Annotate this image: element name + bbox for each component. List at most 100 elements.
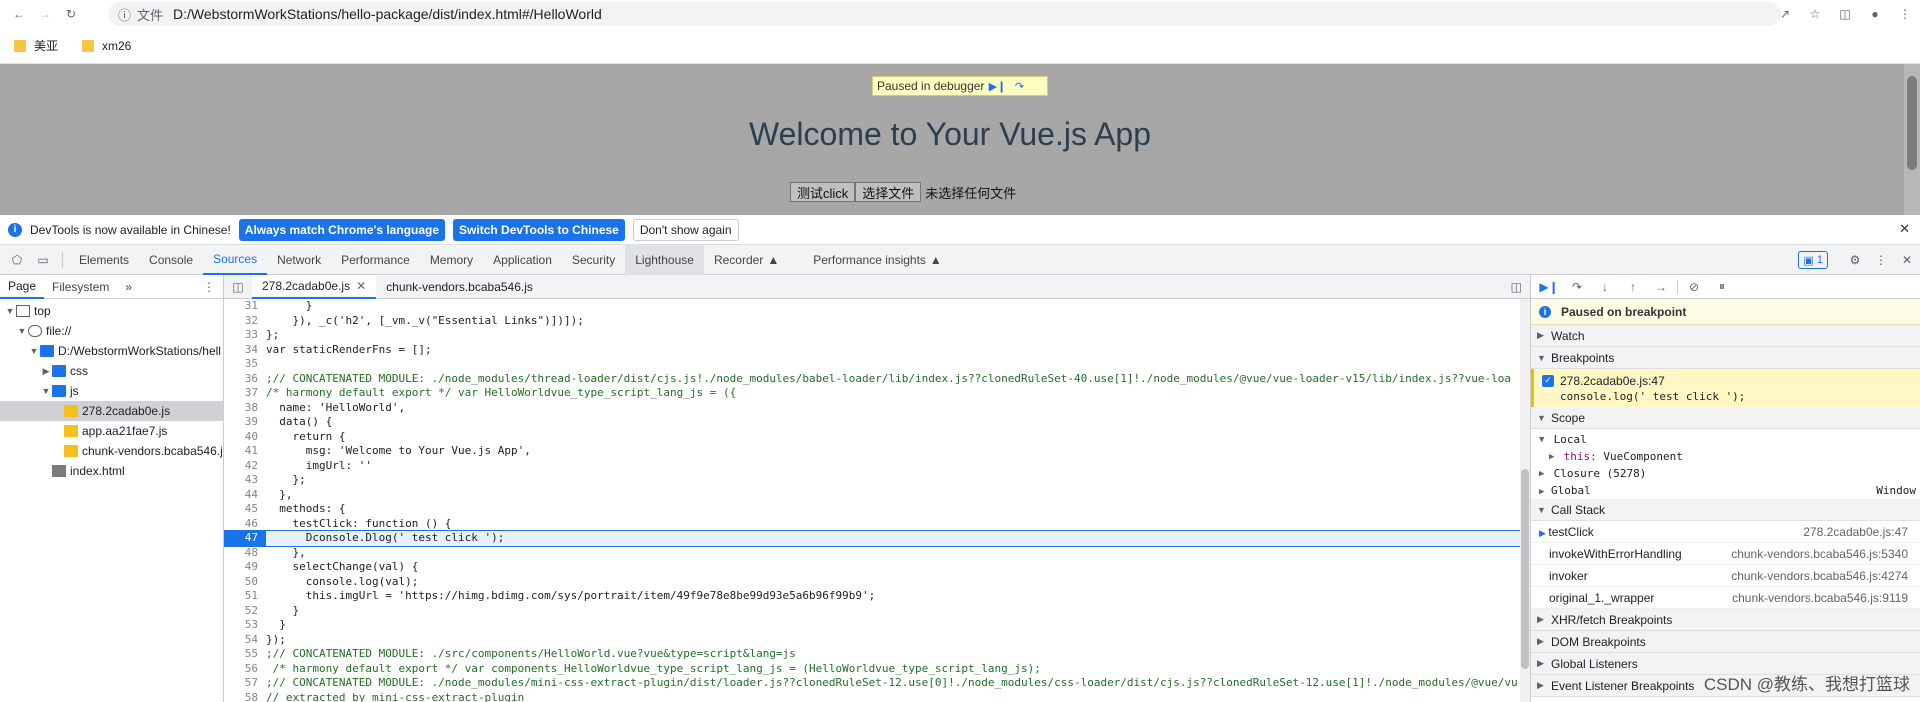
tab-console[interactable]: Console	[139, 245, 203, 275]
line-number[interactable]: 42	[224, 459, 266, 474]
callstack-frame[interactable]: invokeWithErrorHandling chunk-vendors.bca…	[1531, 543, 1920, 565]
code-line[interactable]: 41 msg: 'Welcome to Your Vue.js App',	[224, 444, 1520, 459]
tab-security[interactable]: Security	[562, 245, 625, 275]
editor-tab[interactable]: chunk-vendors.bcaba546.js	[376, 275, 543, 299]
watch-section[interactable]: ▶ Watch	[1531, 325, 1920, 347]
code-line[interactable]: 36 ;// CONCATENATED MODULE: ./node_module…	[224, 372, 1520, 387]
tab-memory[interactable]: Memory	[420, 245, 483, 275]
pause-on-exceptions-icon[interactable]: ⏸	[1710, 276, 1734, 298]
tab-sources[interactable]: Sources	[203, 245, 268, 275]
tab-lighthouse[interactable]: Lighthouse	[625, 244, 704, 275]
code-line[interactable]: 35	[224, 357, 1520, 372]
line-number[interactable]: 48	[224, 546, 266, 561]
tab-page[interactable]: Page	[0, 275, 45, 299]
line-number[interactable]: 40	[224, 430, 266, 445]
code-line[interactable]: 31 }	[224, 299, 1520, 314]
xhr-breakpoints-section[interactable]: ▶ XHR/fetch Breakpoints	[1531, 609, 1920, 631]
code-lines[interactable]: 31 } 32 }), _c('h2', [_vm._v("Essential L…	[224, 299, 1520, 702]
code-line[interactable]: 34 var staticRenderFns = [];	[224, 343, 1520, 358]
star-icon[interactable]: ☆	[1800, 0, 1830, 28]
tab-performance[interactable]: Performance	[331, 245, 420, 275]
settings-icon[interactable]: ⚙	[1842, 245, 1868, 275]
switch-chinese-button[interactable]: Switch DevTools to Chinese	[453, 218, 625, 241]
line-number[interactable]: 31	[224, 299, 266, 314]
scope-local[interactable]: ▼ Local	[1531, 431, 1920, 448]
code-line[interactable]: 53 }	[224, 618, 1520, 633]
code-line[interactable]: 42 imgUrl: ''	[224, 459, 1520, 474]
bookmark-folder[interactable]: xm26	[82, 39, 131, 53]
close-icon[interactable]: ✕	[356, 279, 366, 293]
tab-network[interactable]: Network	[267, 245, 331, 275]
breakpoint-checkbox[interactable]: ✓	[1542, 374, 1554, 387]
tab-recorder[interactable]: Recorder ▲	[704, 245, 789, 275]
test-click-button[interactable]: 测试click	[790, 182, 856, 202]
choose-file-button[interactable]: 选择文件	[855, 182, 922, 202]
tree-item[interactable]: app.aa21fae7.js	[0, 421, 223, 441]
line-number[interactable]: 33	[224, 328, 266, 343]
dont-show-button[interactable]: Don't show again	[632, 218, 739, 241]
reload-icon[interactable]: ↻	[58, 1, 84, 27]
code-line[interactable]: 45 methods: {	[224, 502, 1520, 517]
tree-item[interactable]: 278.2cadab0e.js	[0, 401, 223, 421]
tree-item[interactable]: ▼ file://	[0, 321, 223, 341]
scope-this[interactable]: ▶ this: VueComponent	[1531, 448, 1920, 465]
inspect-icon[interactable]: ⬠	[4, 245, 30, 275]
frame-location[interactable]: chunk-vendors.bcaba546.js:4274	[1731, 569, 1908, 583]
line-number[interactable]: 49	[224, 560, 266, 575]
line-number[interactable]: 39	[224, 415, 266, 430]
step-over-icon[interactable]: ↷	[1010, 78, 1028, 94]
profile-icon[interactable]: ●	[1860, 0, 1890, 28]
line-number[interactable]: 58	[224, 691, 266, 702]
close-devtools-icon[interactable]: ✕	[1894, 245, 1920, 275]
tab-elements[interactable]: Elements	[69, 245, 139, 275]
toggle-navigator-icon[interactable]: ◫	[224, 280, 252, 294]
line-number[interactable]: 53	[224, 618, 266, 633]
code-line[interactable]: 32 }), _c('h2', [_vm._v("Essential Links…	[224, 314, 1520, 329]
close-icon[interactable]: ✕	[1899, 221, 1910, 237]
sidebar-icon[interactable]: ◫	[1830, 0, 1860, 28]
code-line[interactable]: 39 data() {	[224, 415, 1520, 430]
code-line[interactable]: 38 name: 'HelloWorld',	[224, 401, 1520, 416]
line-number[interactable]: 56	[224, 662, 266, 677]
deactivate-breakpoints-icon[interactable]: ⊘	[1682, 276, 1706, 298]
toggle-debugger-icon[interactable]: ◫	[1511, 280, 1522, 294]
resume-icon[interactable]: ▶❙	[988, 78, 1007, 94]
url-text[interactable]: D:/WebstormWorkStations/hello-package/di…	[173, 6, 602, 22]
frame-location[interactable]: chunk-vendors.bcaba546.js:9119	[1732, 591, 1908, 605]
code-line[interactable]: 33};	[224, 328, 1520, 343]
editor-tab[interactable]: 278.2cadab0e.js ✕	[252, 274, 377, 299]
more-icon[interactable]: ⋮	[1868, 245, 1894, 275]
device-toggle-icon[interactable]: ▭	[30, 245, 56, 275]
line-number[interactable]: 46	[224, 517, 266, 532]
code-line[interactable]: 56 /* harmony default export */ var comp…	[224, 662, 1520, 677]
code-line[interactable]: 40 return {	[224, 430, 1520, 445]
code-line[interactable]: 57 ;// CONCATENATED MODULE: ./node_module…	[224, 676, 1520, 691]
code-line[interactable]: 37/* harmony default export */ var Hello…	[224, 386, 1520, 401]
line-number[interactable]: 32	[224, 314, 266, 329]
scope-closure[interactable]: ▶ Closure (5278)	[1531, 465, 1920, 482]
line-number[interactable]: 35	[224, 357, 266, 372]
step-over-icon[interactable]: ↷	[1565, 276, 1589, 298]
code-line[interactable]: 58// extracted by mini-css-extract-plugi…	[224, 691, 1520, 702]
line-number[interactable]: 52	[224, 604, 266, 619]
line-number[interactable]: 57	[224, 676, 266, 691]
tree-item[interactable]: ▼ top	[0, 301, 223, 321]
editor-scrollbar[interactable]	[1520, 299, 1530, 702]
line-number[interactable]: 54	[224, 633, 266, 648]
tree-item[interactable]: ▼ D:/WebstormWorkStations/hell	[0, 341, 223, 361]
line-number[interactable]: 45	[224, 502, 266, 517]
forward-icon[interactable]: →	[32, 1, 58, 27]
frame-location[interactable]: chunk-vendors.bcaba546.js:5340	[1731, 547, 1908, 561]
code-line[interactable]: 48 },	[224, 546, 1520, 561]
breakpoint-item[interactable]: ✓ 278.2cadab0e.js:47 console.log(' test c…	[1531, 369, 1920, 407]
menu-icon[interactable]: ⋮	[1890, 0, 1920, 28]
step-out-icon[interactable]: ↑	[1621, 276, 1645, 298]
line-number[interactable]: 47	[224, 531, 266, 546]
url-box[interactable]: ⓘ 文件 D:/WebstormWorkStations/hello-packa…	[108, 2, 1781, 26]
back-icon[interactable]: ←	[6, 1, 32, 27]
code-line[interactable]: 55 ;// CONCATENATED MODULE: ./src/compone…	[224, 647, 1520, 662]
resume-icon[interactable]: ▶❙	[1537, 276, 1561, 298]
code-line[interactable]: 43 };	[224, 473, 1520, 488]
tree-item[interactable]: ▼ js	[0, 381, 223, 401]
info-icon[interactable]: ⓘ	[118, 5, 131, 24]
